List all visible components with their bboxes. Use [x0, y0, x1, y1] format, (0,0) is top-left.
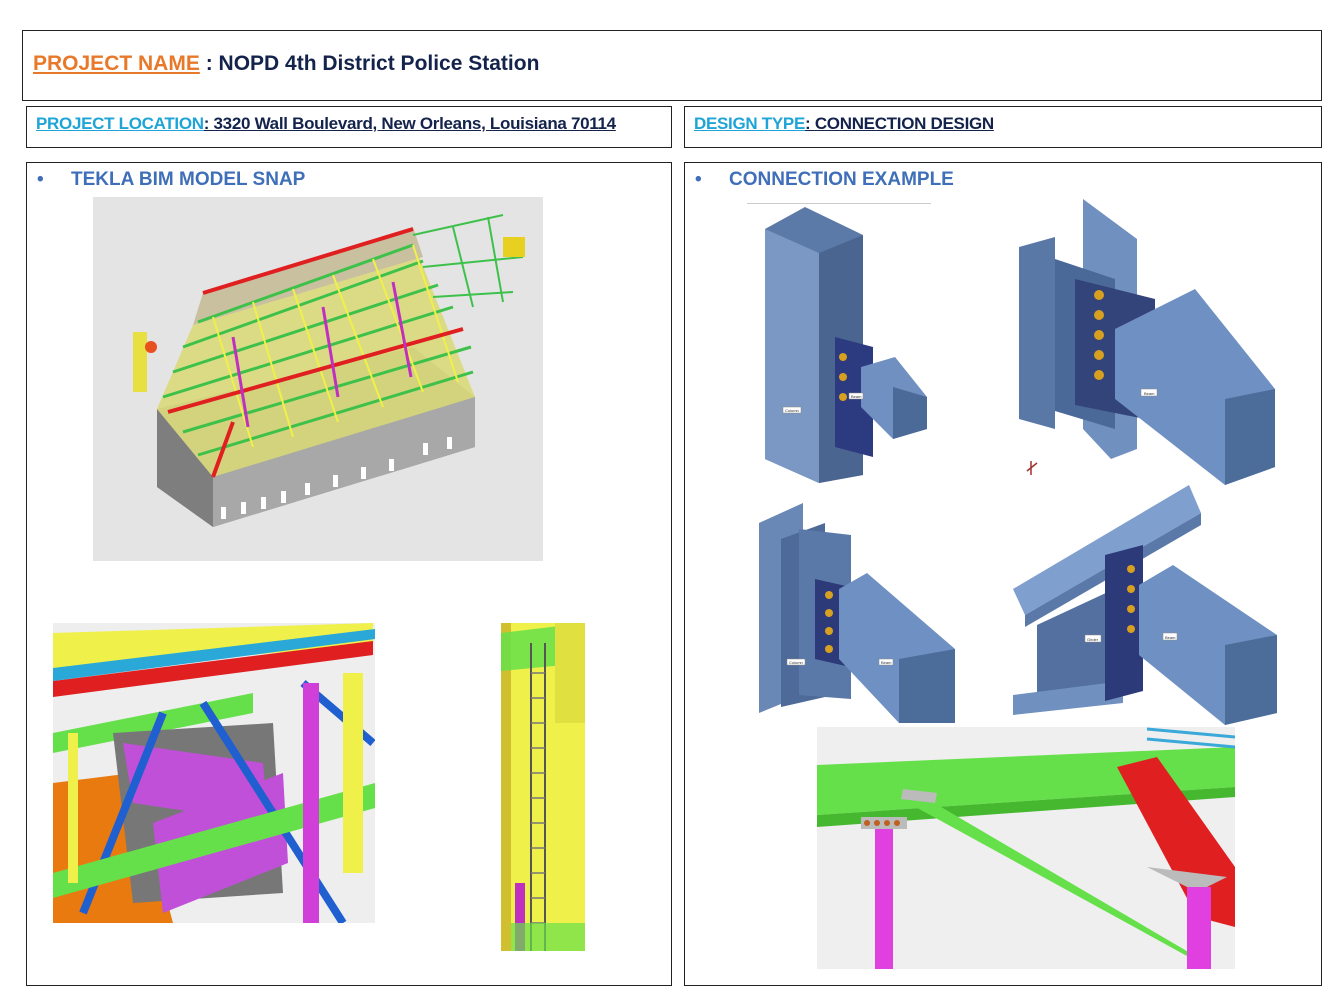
- beam-tag: Beam: [1165, 635, 1176, 640]
- project-name-sep: :: [199, 52, 219, 75]
- column-beam-connection-image: Column Beam: [755, 207, 935, 483]
- bullet-marker: •: [37, 169, 44, 190]
- project-location-line: PROJECT LOCATION: 3320 Wall Boulevard, N…: [36, 114, 616, 134]
- project-location-label: PROJECT LOCATION: [36, 114, 204, 133]
- connection-example-panel: • CONNECTION EXAMPLE Column Beam Beam Co…: [684, 162, 1322, 986]
- bim-model-heading: • TEKLA BIM MODEL SNAP: [37, 169, 305, 191]
- stair-detail-image: [53, 623, 375, 923]
- connection-example-heading: • CONNECTION EXAMPLE: [695, 169, 954, 191]
- bim-model-heading-text: TEKLA BIM MODEL SNAP: [71, 169, 306, 190]
- design-type-label: DESIGN TYPE: [694, 114, 806, 133]
- column-tag: Column: [789, 660, 803, 665]
- project-name-line: PROJECT NAME : NOPD 4th District Police …: [33, 52, 539, 76]
- ladder-detail-image: [501, 623, 585, 951]
- bracing-connection-image: [817, 727, 1235, 969]
- design-type-line: DESIGN TYPE: CONNECTION DESIGN: [694, 114, 994, 134]
- design-type-value: CONNECTION DESIGN: [814, 114, 994, 133]
- project-location-sep: :: [203, 114, 214, 133]
- project-name-box: PROJECT NAME : NOPD 4th District Police …: [22, 30, 1322, 101]
- column-tag: Column: [785, 408, 799, 413]
- girder-beam-connection-image: Beam: [1015, 199, 1295, 487]
- bim-model-panel: • TEKLA BIM MODEL SNAP: [26, 162, 672, 986]
- connection-example-heading-text: CONNECTION EXAMPLE: [729, 169, 954, 190]
- project-location-box: PROJECT LOCATION: 3320 Wall Boulevard, N…: [26, 106, 672, 148]
- beam-tag: Beam: [1144, 391, 1155, 396]
- building-model-image: [93, 197, 543, 561]
- girder-top-beam-connection-image: Girder Beam: [1013, 485, 1279, 725]
- bullet-marker: •: [695, 169, 702, 190]
- heading-underline: [747, 203, 931, 204]
- beam-tag: Beam: [851, 394, 862, 399]
- project-name-value: NOPD 4th District Police Station: [218, 52, 540, 75]
- girder-tag: Girder: [1087, 637, 1099, 642]
- column-flange-beam-connection-image: Column Beam: [759, 499, 959, 723]
- project-name-label: PROJECT NAME: [33, 52, 200, 75]
- design-type-box: DESIGN TYPE: CONNECTION DESIGN: [684, 106, 1322, 148]
- design-type-sep: :: [805, 114, 815, 133]
- project-location-value: 3320 Wall Boulevard, New Orleans, Louisi…: [213, 114, 617, 133]
- beam-tag: Beam: [881, 660, 892, 665]
